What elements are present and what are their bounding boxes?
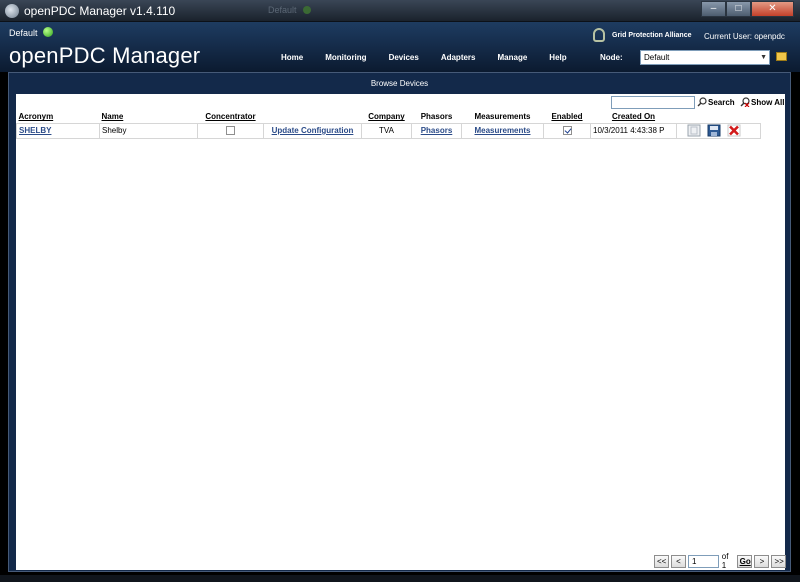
table-row: SHELBY Shelby Update Configuration TVA P…	[16, 122, 761, 139]
chevron-down-icon: ▼	[760, 54, 767, 61]
column-header-buttons	[677, 111, 761, 123]
browse-devices-panel: Browse Devices Search Show All Acronym N…	[8, 72, 791, 572]
device-acronym-link[interactable]: SHELBY	[19, 126, 51, 135]
page-count-label: of 1	[721, 552, 729, 570]
save-icon[interactable]	[707, 124, 721, 137]
nav-devices[interactable]: Devices	[389, 53, 419, 62]
go-button[interactable]: Go	[736, 554, 753, 568]
window-controls: – □ ✕	[701, 1, 794, 17]
nav-monitoring[interactable]: Monitoring	[325, 53, 366, 62]
device-name-cell: Shelby	[99, 122, 198, 139]
update-configuration-link[interactable]: Update Configuration	[272, 126, 354, 135]
node-select[interactable]: Default ▼	[640, 50, 770, 65]
copy-icon[interactable]	[687, 124, 701, 137]
close-button[interactable]: ✕	[751, 1, 794, 17]
node-select-value: Default	[644, 53, 670, 62]
measurements-link[interactable]: Measurements	[474, 126, 530, 135]
maximize-button[interactable]: □	[726, 1, 751, 17]
show-all-button[interactable]: Show All	[740, 97, 784, 107]
window-titlebar: openPDC Manager v1.4.110 Default – □ ✕	[0, 0, 800, 22]
column-header-created-on[interactable]: Created On	[591, 111, 677, 123]
created-on-cell: 10/3/2011 4:43:38 P	[590, 122, 677, 139]
column-header-enabled[interactable]: Enabled	[544, 111, 591, 123]
nav-help[interactable]: Help	[549, 53, 566, 62]
node-label: Node:	[600, 53, 623, 62]
grid-header-row: Acronym Name Concentrator Company Phasor…	[17, 111, 761, 123]
phasors-link[interactable]: Phasors	[421, 126, 453, 135]
lock-logo-icon	[593, 28, 605, 42]
current-user-label: Current User: openpdc	[704, 32, 785, 41]
search-input[interactable]	[611, 96, 695, 109]
column-header-measurements: Measurements	[474, 112, 531, 122]
row-actions	[679, 124, 758, 137]
app-title: openPDC Manager	[9, 43, 201, 68]
nav-manage[interactable]: Manage	[498, 53, 528, 62]
pager: << < 1 of 1 Go > >>	[654, 552, 788, 570]
window-title: openPDC Manager v1.4.110	[24, 4, 176, 18]
folder-icon[interactable]	[776, 52, 787, 61]
first-page-button[interactable]: <<	[654, 554, 669, 568]
enabled-checkbox[interactable]	[562, 126, 572, 136]
minimize-button[interactable]: –	[701, 1, 726, 17]
search-icon	[697, 97, 707, 107]
next-page-button[interactable]: >	[754, 554, 770, 568]
org-label: Grid Protection Alliance	[612, 32, 692, 39]
app-header: Default openPDC Manager Grid Protection …	[0, 22, 800, 72]
nav-adapters[interactable]: Adapters	[441, 53, 476, 62]
show-all-button-label: Show All	[751, 97, 785, 107]
column-header-concentrator[interactable]: Concentrator	[198, 111, 264, 123]
last-page-button[interactable]: >>	[771, 554, 787, 568]
page-number-input[interactable]: 1	[688, 554, 719, 568]
column-header-acronym[interactable]: Acronym	[17, 111, 100, 123]
column-header-name[interactable]: Name	[100, 111, 198, 123]
app-icon	[5, 4, 19, 18]
taskbar	[0, 575, 800, 582]
search-button[interactable]: Search	[697, 97, 735, 107]
column-header-actions	[264, 111, 362, 123]
column-header-phasors: Phasors	[420, 112, 453, 122]
panel-content: Search Show All Acronym Name Concentrato…	[16, 94, 788, 570]
panel-title: Browse Devices	[370, 79, 429, 88]
background-window-title: Default	[268, 5, 297, 15]
search-button-label: Search	[708, 97, 735, 107]
devices-grid: Acronym Name Concentrator Company Phasor…	[16, 111, 761, 139]
concentrator-checkbox[interactable]	[226, 126, 235, 136]
instance-label: Default	[9, 28, 38, 38]
background-status-dot	[303, 6, 311, 14]
delete-icon[interactable]	[727, 124, 741, 137]
company-cell: TVA	[361, 122, 412, 139]
search-clear-icon	[740, 97, 750, 107]
main-nav: Home Monitoring Devices Adapters Manage …	[281, 53, 589, 62]
prev-page-button[interactable]: <	[671, 554, 686, 568]
column-header-company[interactable]: Company	[362, 111, 412, 123]
nav-home[interactable]: Home	[281, 53, 303, 62]
status-indicator-icon	[43, 27, 53, 37]
